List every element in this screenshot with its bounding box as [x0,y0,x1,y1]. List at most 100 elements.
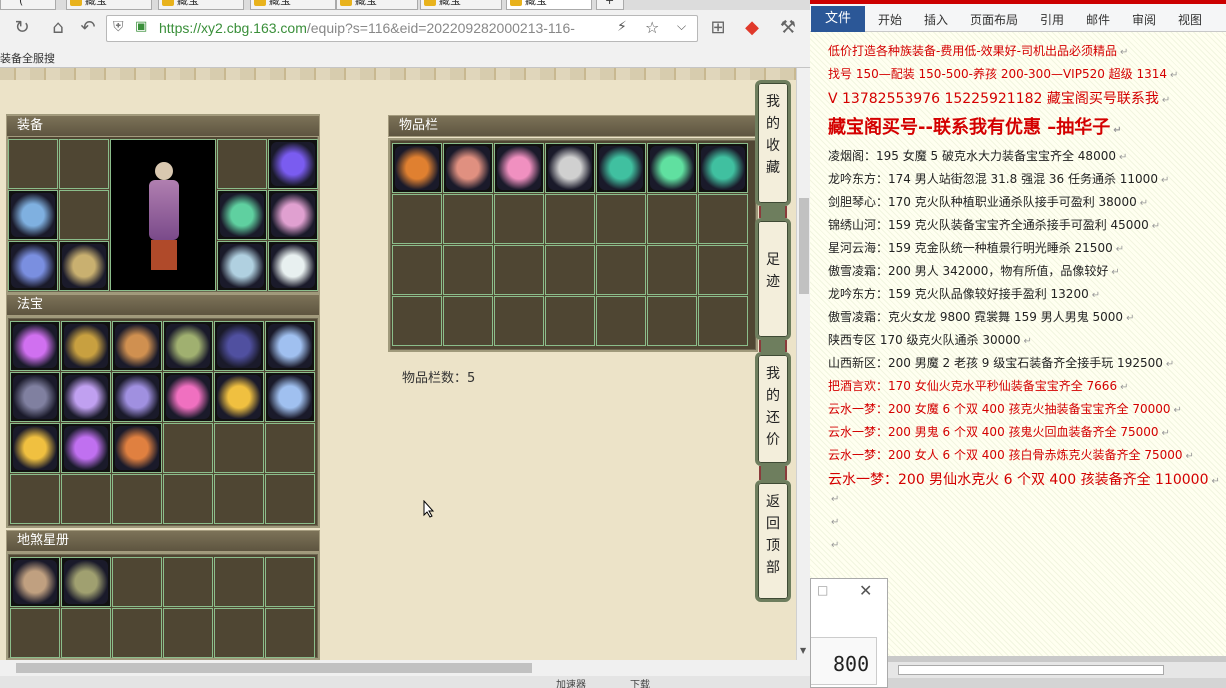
ribbon-tab[interactable]: 插入 [924,11,948,28]
ribbon-tab[interactable]: 页面布局 [970,11,1018,28]
browser-tab[interactable]: 藏宝 [66,0,152,10]
accelerator-label[interactable]: 加速器 [556,676,586,688]
close-icon[interactable]: ✕ [859,581,872,600]
fabao-slot[interactable] [214,372,264,422]
dropdown-icon[interactable]: ⌵ [677,19,686,34]
address-bar[interactable]: ⛨ ▣ https://xy2.cbg.163.com/equip?s=116&… [106,15,698,42]
page-vertical-scrollbar[interactable]: ▼ [796,68,810,660]
equip-slot[interactable] [59,241,109,291]
fabao-slot[interactable] [112,372,162,422]
word-horizontal-scrollbar[interactable] [888,662,1226,678]
inventory-slot[interactable] [443,245,493,295]
inventory-slot[interactable] [545,143,595,193]
equip-slot[interactable] [217,190,267,240]
disha-slot[interactable] [61,608,111,658]
browser-tab[interactable]: 藏宝 [420,0,502,10]
doc-line[interactable]: 找号 150—配装 150-500-养孩 200-300—VIP520 超级 1… [828,65,1178,82]
inventory-slot[interactable] [494,143,544,193]
ribbon-tab[interactable]: 引用 [1040,11,1064,28]
fabao-slot[interactable] [10,474,60,524]
inventory-slot[interactable] [647,143,697,193]
tools-icon[interactable]: ⚒ [776,16,800,40]
equip-slot[interactable] [217,241,267,291]
equip-slot[interactable] [59,190,109,240]
doc-line[interactable]: 藏宝阁买号--联系我有优惠 –抽华子 ↵ [828,113,1122,139]
disha-slot[interactable] [61,557,111,607]
ribbon-tab[interactable]: 邮件 [1086,11,1110,28]
inventory-slot[interactable] [596,194,646,244]
fabao-slot[interactable] [265,372,315,422]
fabao-slot[interactable] [163,372,213,422]
inventory-slot[interactable] [698,194,748,244]
disha-slot[interactable] [214,608,264,658]
undo-icon[interactable]: ↶ [76,16,100,40]
maximize-icon[interactable]: □ [817,583,828,597]
equip-slot[interactable] [8,241,58,291]
bookmark-item[interactable]: 装备全服搜 [0,50,55,66]
inventory-slot[interactable] [392,194,442,244]
inventory-slot[interactable] [596,143,646,193]
doc-line[interactable]: 锦绣山河：159 克火队装备宝宝齐全通杀接手可盈利 45000 ↵ [828,216,1160,233]
disha-slot[interactable] [10,557,60,607]
browser-tab[interactable]: ( [0,0,56,10]
back-to-top-button[interactable]: 返回顶部 [755,480,791,602]
equip-slot[interactable] [268,241,318,291]
inventory-slot[interactable] [698,296,748,346]
equip-slot[interactable] [8,139,58,189]
inventory-slot[interactable] [647,245,697,295]
fabao-slot[interactable] [112,474,162,524]
fabao-slot[interactable] [214,423,264,473]
inventory-slot[interactable] [392,143,442,193]
fabao-slot[interactable] [10,423,60,473]
browser-tab-active[interactable]: 藏宝 [506,0,592,10]
ribbon-tab[interactable]: 视图 [1178,11,1202,28]
browser-tab[interactable]: 藏宝 [336,0,418,10]
inventory-slot[interactable] [494,245,544,295]
my-offers-button[interactable]: 我的还价 [755,352,791,466]
disha-slot[interactable] [112,608,162,658]
inventory-slot[interactable] [443,296,493,346]
inventory-slot[interactable] [443,194,493,244]
doc-line[interactable]: V 13782553976 15225921182 藏宝阁买号联系我 ↵ [828,88,1170,108]
fabao-slot[interactable] [163,474,213,524]
inventory-slot[interactable] [392,296,442,346]
fabao-slot[interactable] [163,321,213,371]
inventory-slot[interactable] [596,245,646,295]
disha-slot[interactable] [265,608,315,658]
file-tab[interactable]: 文件 [811,6,865,32]
disha-slot[interactable] [265,557,315,607]
fabao-slot[interactable] [163,423,213,473]
new-tab-button[interactable]: + [596,0,624,10]
fabao-slot[interactable] [214,321,264,371]
equip-slot[interactable] [59,139,109,189]
scrollbar-thumb[interactable] [898,665,1164,675]
inventory-slot[interactable] [698,143,748,193]
doc-line[interactable]: 龙吟东方：159 克火队品像较好接手盈利 13200 ↵ [828,285,1100,302]
doc-line[interactable]: 山西新区：200 男魔 2 老孩 9 级宝石装备齐全接手玩 192500 ↵ [828,354,1174,371]
inventory-slot[interactable] [647,194,697,244]
disha-slot[interactable] [112,557,162,607]
browser-tab[interactable]: 藏宝 [250,0,336,10]
ribbon-tab[interactable]: 开始 [878,11,902,28]
scroll-down-icon[interactable]: ▼ [800,646,806,655]
equip-slot[interactable] [268,139,318,189]
fabao-slot[interactable] [10,321,60,371]
doc-line[interactable]: 云水一梦：200 男鬼 6 个双 400 孩鬼火回血装备齐全 75000 ↵ [828,423,1170,440]
gamepad-icon[interactable]: ◆ [740,16,764,40]
ribbon-tab[interactable]: 审阅 [1132,11,1156,28]
doc-line[interactable]: 把酒言欢：170 女仙火克水平秒仙装备宝宝齐全 7666 ↵ [828,377,1128,394]
equip-slot[interactable] [268,190,318,240]
fabao-slot[interactable] [265,474,315,524]
disha-slot[interactable] [163,608,213,658]
fabao-slot[interactable] [61,372,111,422]
inventory-slot[interactable] [392,245,442,295]
grid-icon[interactable]: ⊞ [706,16,730,40]
inventory-slot[interactable] [545,245,595,295]
word-document[interactable]: 低价打造各种族装备-费用低-效果好-司机出品必须精品 ↵ 找号 150—配装 150… [810,32,1226,656]
doc-line[interactable]: 龙吟东方：174 男人站街忽混 31.8 强混 36 任务通杀 11000 ↵ [828,170,1169,187]
doc-line[interactable]: 傲雪凌霜：克火女龙 9800 霓裳舞 159 男人男鬼 5000 ↵ [828,308,1134,325]
star-icon[interactable]: ☆ [645,18,659,37]
fabao-slot[interactable] [61,423,111,473]
doc-line[interactable]: 凌烟阁：195 女魔 5 破克水大力装备宝宝齐全 48000 ↵ [828,147,1127,164]
reload-icon[interactable]: ↻ [10,16,34,40]
